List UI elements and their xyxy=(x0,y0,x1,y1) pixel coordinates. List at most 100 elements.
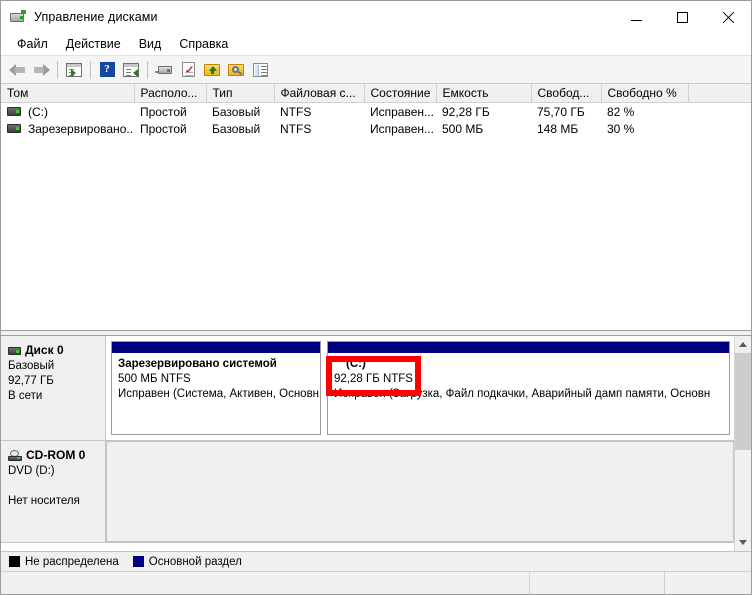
column-filesystem[interactable]: Файловая с... xyxy=(274,84,365,103)
menu-action[interactable]: Действие xyxy=(57,35,130,53)
maximize-icon xyxy=(676,11,688,23)
volume-table: Том Располо... Тип Файловая с... Состоян… xyxy=(1,84,751,137)
disk0-title: Диск 0 xyxy=(8,343,99,358)
column-status[interactable]: Состояние xyxy=(364,84,437,103)
list-view-button[interactable] xyxy=(248,58,272,81)
column-free-space[interactable]: Свобод... xyxy=(531,84,602,103)
scrollbar-track[interactable] xyxy=(735,353,751,534)
cdrom0-type: DVD (D:) xyxy=(8,465,55,477)
folder-up-icon xyxy=(204,63,220,77)
help-button[interactable]: ? xyxy=(95,58,119,81)
disk0-name: Диск 0 xyxy=(25,343,64,357)
disk-properties-button[interactable] xyxy=(152,58,176,81)
column-capacity[interactable]: Емкость xyxy=(436,84,532,103)
disk-map-scroll-area: Диск 0 Базовый 92,77 ГБ В сети Зарезерви… xyxy=(1,336,734,551)
toolbar-separator xyxy=(90,60,91,79)
column-empty[interactable] xyxy=(688,84,751,103)
menu-help[interactable]: Справка xyxy=(170,35,237,53)
column-free-percent[interactable]: Свободно % xyxy=(601,84,689,103)
partition-system-reserved-body: Зарезервировано системой 500 МБ NTFS Исп… xyxy=(112,353,320,402)
column-type[interactable]: Тип xyxy=(206,84,275,103)
partition-system-reserved[interactable]: Зарезервировано системой 500 МБ NTFS Исп… xyxy=(111,341,321,435)
scroll-up-button[interactable] xyxy=(735,336,751,353)
status-panel-1 xyxy=(1,572,530,594)
title-bar: Управление дисками xyxy=(1,1,751,33)
disk0-state: В сети xyxy=(8,390,43,402)
partition-size-fs: 92,28 ГБ NTFS xyxy=(334,373,413,385)
cell-layout: Простой xyxy=(140,104,187,119)
disk-management-icon xyxy=(10,9,26,25)
up-one-level-button[interactable] xyxy=(62,58,86,81)
cell-empty xyxy=(688,120,751,137)
disk-management-window: Управление дисками Файл Действие Вид Спр… xyxy=(0,0,752,595)
volume-list-pane: Том Располо... Тип Файловая с... Состоян… xyxy=(1,84,751,330)
window-title: Управление дисками xyxy=(34,10,158,24)
drive-icon xyxy=(7,107,21,116)
disk-map-scrollbar[interactable] xyxy=(734,336,751,551)
table-row[interactable]: (C:) Простой Базовый NTFS Исправен... 92… xyxy=(1,103,751,121)
browse-button[interactable] xyxy=(224,58,248,81)
forward-icon xyxy=(33,63,50,77)
cdrom0-name: CD-ROM 0 xyxy=(26,448,86,462)
toolbar-separator xyxy=(57,60,58,79)
minimize-button[interactable] xyxy=(613,1,659,33)
cdrom0-state: Нет носителя xyxy=(8,495,80,507)
partition-color-bar xyxy=(328,342,729,353)
cell-free-space: 148 МБ xyxy=(537,121,579,136)
disk0-type: Базовый xyxy=(8,360,55,372)
legend-unallocated-swatch xyxy=(9,556,20,567)
chevron-down-icon xyxy=(739,540,747,545)
legend-unallocated: Не распределена xyxy=(9,556,119,568)
column-volume[interactable]: Том xyxy=(1,84,135,103)
disk0-partitions: Зарезервировано системой 500 МБ NTFS Исп… xyxy=(106,336,734,440)
close-button[interactable] xyxy=(705,1,751,33)
disk-row-disk0: Диск 0 Базовый 92,77 ГБ В сети Зарезерви… xyxy=(1,336,734,441)
cell-type: Базовый xyxy=(212,121,261,136)
disk0-size: 92,77 ГБ xyxy=(8,375,54,387)
window-controls xyxy=(613,1,751,33)
table-header-row: Том Располо... Тип Файловая с... Состоян… xyxy=(1,84,751,103)
cdrom0-info[interactable]: CD-ROM 0 DVD (D:) Нет носителя xyxy=(1,441,106,542)
cd-rom-icon xyxy=(8,450,22,461)
partition-color-bar xyxy=(112,342,320,353)
back-button[interactable] xyxy=(5,58,29,81)
folder-search-icon xyxy=(228,63,244,77)
partition-title: (C:) xyxy=(346,358,366,370)
rescan-disks-button[interactable]: ✓ xyxy=(176,58,200,81)
cdrom0-empty-area xyxy=(106,441,734,542)
close-icon xyxy=(722,11,735,24)
cell-filesystem: NTFS xyxy=(280,104,312,119)
scrollbar-thumb[interactable] xyxy=(735,353,751,450)
partition-c-drive[interactable]: (C:) 92,28 ГБ NTFS Исправен (Загрузка, Ф… xyxy=(327,341,730,435)
toolbar: ? ✓ xyxy=(1,56,751,84)
cell-volume: Зарезервировано... xyxy=(1,120,134,137)
forward-button[interactable] xyxy=(29,58,53,81)
scroll-down-button[interactable] xyxy=(735,534,751,551)
list-view-icon xyxy=(252,62,268,77)
rescan-disks-icon: ✓ xyxy=(181,62,195,77)
menu-file[interactable]: Файл xyxy=(8,35,57,53)
partition-status: Исправен (Система, Активен, Основн xyxy=(118,388,320,400)
up-one-level-icon xyxy=(66,62,82,77)
create-volume-button[interactable] xyxy=(200,58,224,81)
status-panel-2 xyxy=(530,572,665,594)
show-hide-console-tree-button[interactable] xyxy=(119,58,143,81)
menu-view[interactable]: Вид xyxy=(130,35,171,53)
drive-icon xyxy=(7,124,21,133)
cell-volume: (C:) xyxy=(1,103,134,121)
table-row[interactable]: Зарезервировано... Простой Базовый NTFS … xyxy=(1,120,751,137)
maximize-button[interactable] xyxy=(659,1,705,33)
legend-primary-label: Основной раздел xyxy=(148,555,242,568)
partition-title: Зарезервировано системой xyxy=(118,358,277,370)
disk-map-pane: Диск 0 Базовый 92,77 ГБ В сети Зарезерви… xyxy=(1,336,751,551)
partition-size-fs: 500 МБ NTFS xyxy=(118,373,191,385)
cdrom0-partitions xyxy=(106,441,734,542)
volume-label: (C:) xyxy=(28,104,48,119)
column-layout[interactable]: Располо... xyxy=(134,84,207,103)
cell-free-percent: 82 % xyxy=(607,104,635,119)
status-panel-3 xyxy=(665,572,751,594)
disk0-info[interactable]: Диск 0 Базовый 92,77 ГБ В сети xyxy=(1,336,106,440)
minimize-icon xyxy=(630,19,642,21)
chevron-up-icon xyxy=(739,342,747,347)
cell-empty xyxy=(688,103,751,121)
